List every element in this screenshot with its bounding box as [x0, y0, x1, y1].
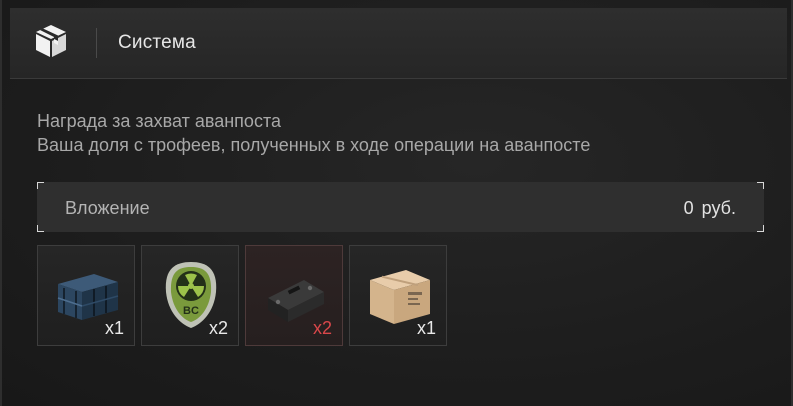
corner-bracket: [37, 225, 44, 232]
message-body: Награда за захват аванпоста Ваша доля с …: [37, 109, 590, 157]
item-quantity: x1: [104, 318, 124, 338]
item-quantity: x1: [416, 318, 436, 338]
item-quantity: x2: [312, 318, 332, 338]
reward-item-slot[interactable]: BC x2: [141, 245, 239, 346]
message-text: Ваша доля с трофеев, полученных в ходе о…: [37, 135, 591, 155]
header-bar: Система: [10, 8, 787, 79]
investment-panel: Вложение 0 руб.: [37, 182, 764, 232]
corner-bracket: [757, 182, 764, 189]
header-divider: [96, 28, 97, 58]
sender-title: Система: [118, 32, 196, 53]
item-quantity: x2: [208, 318, 228, 338]
corner-bracket: [757, 225, 764, 232]
reward-window: Система Награда за захват аванпоста Ваша…: [0, 0, 793, 406]
investment-label: Вложение: [65, 198, 150, 218]
svg-text:BC: BC: [183, 305, 199, 317]
investment-value: 0 руб.: [683, 198, 736, 218]
corner-bracket: [37, 182, 44, 189]
reward-item-slot[interactable]: x2: [245, 245, 343, 346]
message-title: Награда за захват аванпоста: [37, 111, 281, 131]
package-icon: [36, 25, 66, 57]
reward-item-slot[interactable]: x1: [349, 245, 447, 346]
reward-item-slot[interactable]: x1: [37, 245, 135, 346]
